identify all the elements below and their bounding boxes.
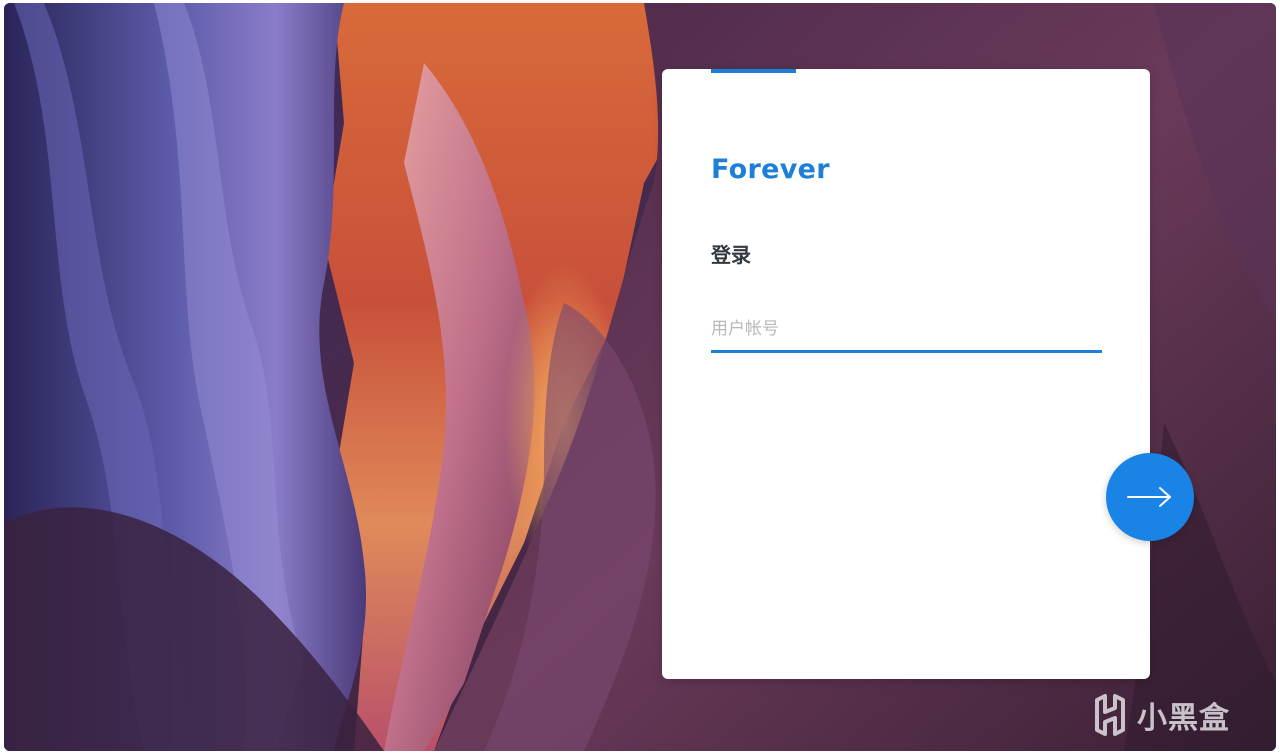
arrow-right-icon [1127, 487, 1171, 507]
watermark-label: 小黑盒 [1137, 701, 1230, 736]
active-tab-indicator [711, 69, 796, 73]
username-field[interactable] [711, 307, 1102, 353]
next-button[interactable] [1106, 453, 1194, 541]
login-card: Forever 登录 [662, 69, 1150, 679]
brand-name: Forever [711, 154, 830, 185]
login-heading: 登录 [711, 243, 751, 267]
watermark: 小黑盒 [1089, 691, 1230, 739]
heybox-logo-icon [1095, 694, 1125, 736]
